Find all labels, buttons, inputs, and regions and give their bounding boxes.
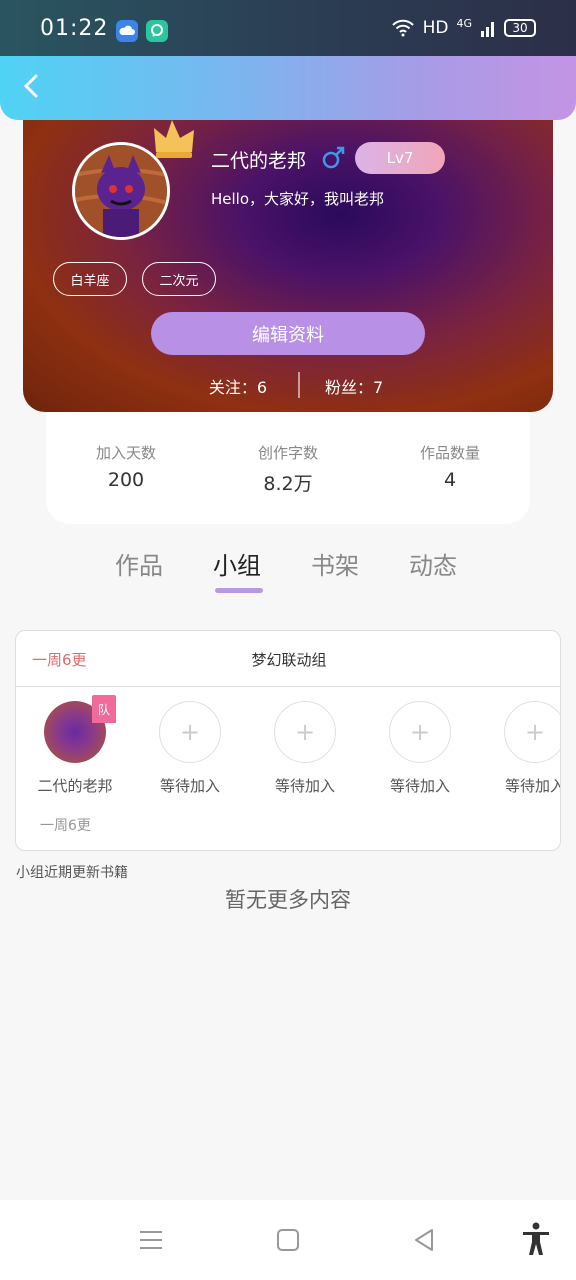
- stat-label: 作品数量: [419, 444, 480, 462]
- tab-works[interactable]: 作品: [115, 546, 163, 581]
- tab-activity[interactable]: 动态: [409, 546, 457, 581]
- team-flag: 队: [92, 695, 116, 723]
- following-count[interactable]: 关注：6: [209, 374, 267, 398]
- member-name: 等待加入: [159, 777, 220, 795]
- member-slot[interactable]: + 等待加入: [365, 701, 475, 796]
- tag-interest[interactable]: 二次元: [142, 262, 216, 296]
- tag-zodiac[interactable]: 白羊座: [53, 262, 127, 296]
- crown-icon: [152, 118, 198, 160]
- male-icon: [321, 144, 347, 170]
- status-time: 01:22: [40, 16, 109, 41]
- divider: [298, 372, 300, 398]
- stat-works-count: 作品数量 4: [380, 442, 520, 491]
- stat-label: 加入天数: [95, 444, 156, 462]
- edit-profile-button[interactable]: 编辑资料: [151, 312, 425, 355]
- stat-value: 4: [443, 469, 457, 491]
- system-nav-bar: [0, 1200, 576, 1280]
- network-type: HD: [422, 18, 449, 38]
- group-footer-frequency: 一周6更: [40, 818, 91, 834]
- plus-icon: +: [274, 701, 336, 763]
- member-slot[interactable]: + 等待加入: [480, 701, 561, 796]
- signal-icon: 4G: [456, 16, 472, 30]
- wifi-icon: [391, 19, 414, 37]
- followers-count[interactable]: 粉丝：7: [325, 374, 383, 398]
- group-name: 梦幻联动组: [251, 651, 327, 669]
- empty-message: 暂无更多内容: [225, 888, 351, 912]
- stat-label: 创作字数: [257, 444, 318, 462]
- status-bar: 01:22 HD 4G 30: [0, 0, 576, 56]
- cloud-app-icon: [116, 20, 138, 42]
- accessibility-icon[interactable]: [520, 1222, 552, 1256]
- menu-icon[interactable]: [137, 1226, 165, 1254]
- stat-word-count: 创作字数 8.2万: [218, 442, 358, 496]
- stat-value: 8.2万: [263, 473, 313, 495]
- stat-value: 200: [107, 469, 145, 491]
- bio: Hello，大家好，我叫老邦: [211, 190, 385, 208]
- member-name: 等待加入: [274, 777, 335, 795]
- profile-banner: 二代的老邦 Lv7 Hello，大家好，我叫老邦 白羊座 二次元 编辑资料 关注…: [23, 108, 553, 412]
- follow-stats: 关注：6 粉丝：7: [23, 372, 553, 398]
- member-avatar: 队: [44, 695, 116, 763]
- member-name: 等待加入: [504, 777, 561, 795]
- username: 二代的老邦: [211, 150, 307, 172]
- chat-app-icon: [146, 20, 168, 42]
- chevron-left-icon: [23, 74, 38, 98]
- plus-icon: +: [389, 701, 451, 763]
- member-slot[interactable]: 队 二代的老邦: [20, 695, 130, 796]
- profile-tabs: 作品 小组 书架 动态: [0, 540, 576, 600]
- home-icon[interactable]: [274, 1226, 302, 1254]
- recent-books-label: 小组近期更新书籍: [16, 865, 128, 881]
- stat-join-days: 加入天数 200: [56, 442, 196, 491]
- group-header: 一周6更 梦幻联动组: [16, 631, 560, 687]
- battery-icon: 30: [504, 19, 536, 37]
- tab-group[interactable]: 小组: [213, 546, 261, 581]
- group-card[interactable]: 一周6更 梦幻联动组 队 二代的老邦 + 等待加入 + 等待加入 + 等待加入 …: [15, 630, 561, 851]
- plus-icon: +: [159, 701, 221, 763]
- level-badge: Lv7: [355, 142, 445, 174]
- signal-bars-icon: [481, 22, 494, 37]
- member-name: 二代的老邦: [37, 777, 113, 795]
- tab-active-indicator: [215, 588, 263, 593]
- plus-icon: +: [504, 701, 560, 763]
- member-slot[interactable]: + 等待加入: [250, 701, 360, 796]
- tab-bookshelf[interactable]: 书架: [311, 546, 359, 581]
- back-triangle-icon[interactable]: [410, 1226, 438, 1254]
- member-slot[interactable]: + 等待加入: [135, 701, 245, 796]
- back-button[interactable]: [18, 72, 46, 100]
- member-name: 等待加入: [389, 777, 450, 795]
